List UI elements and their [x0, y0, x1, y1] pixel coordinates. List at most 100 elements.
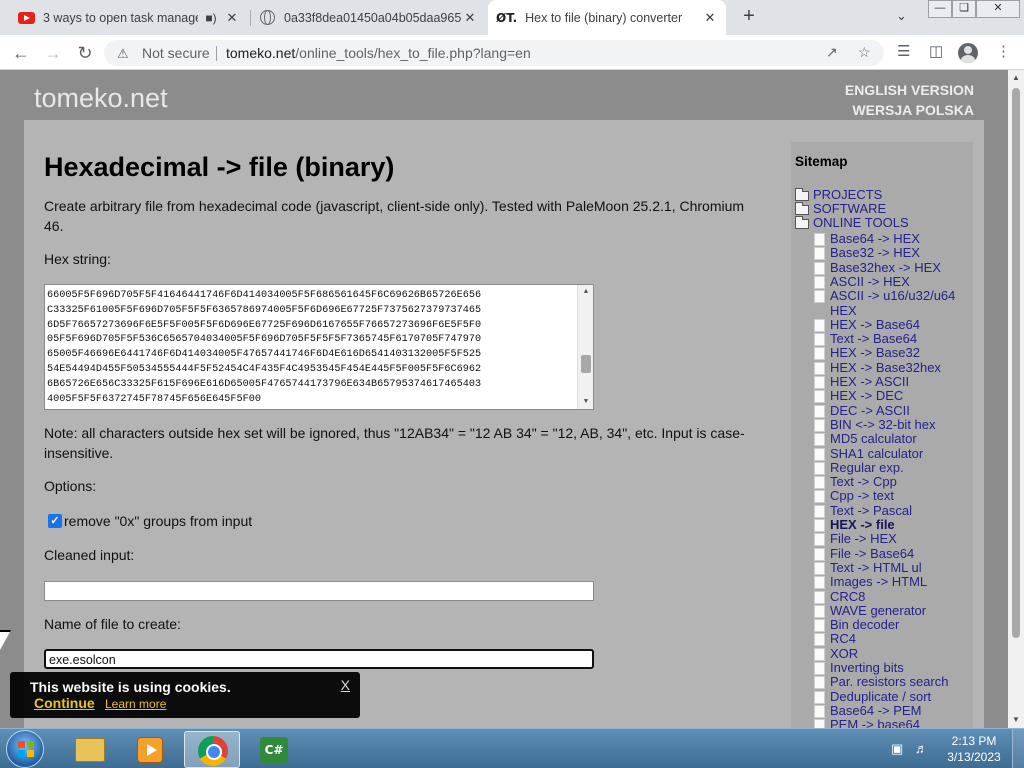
- sitemap-tool-link[interactable]: File -> Base64: [830, 546, 914, 561]
- scroll-down-icon[interactable]: ▼: [578, 395, 593, 409]
- sitemap-tool-link[interactable]: CRC8: [830, 589, 865, 604]
- sitemap-tool-link[interactable]: ASCII -> u16/u32/u64: [830, 288, 955, 303]
- scroll-up-icon[interactable]: ▲: [578, 285, 593, 299]
- cookie-close-button[interactable]: X: [341, 677, 350, 693]
- open-folder-icon: [795, 216, 809, 229]
- filename-field[interactable]: exe.esolcon: [44, 649, 594, 669]
- sitemap-tool-link[interactable]: Regular exp.: [830, 460, 904, 475]
- taskbar-csharp[interactable]: C#: [246, 731, 302, 768]
- sitemap-tool-link[interactable]: Text -> Cpp: [830, 474, 897, 489]
- remove-0x-label[interactable]: remove "0x" groups from input: [64, 512, 252, 532]
- network-icon[interactable]: ▣: [891, 741, 903, 757]
- profile-avatar-icon[interactable]: [958, 43, 978, 63]
- sitemap-tool-link[interactable]: Base64 -> PEM: [830, 703, 921, 718]
- tab-hex-converter[interactable]: ØT. Hex to file (binary) converter ✕: [488, 0, 726, 35]
- maximize-button[interactable]: ❏: [952, 0, 976, 18]
- sitemap-tool-link[interactable]: PEM -> base64: [830, 717, 920, 728]
- url-text[interactable]: tomeko.net/online_tools/hex_to_file.php?…: [226, 45, 531, 61]
- sitemap-tool-link[interactable]: WAVE generator: [830, 603, 926, 618]
- sitemap-tool-link[interactable]: Images -> HTML: [830, 574, 927, 589]
- cleaned-input-field[interactable]: [44, 581, 594, 601]
- reload-icon[interactable]: ↻: [74, 42, 96, 64]
- warning-icon[interactable]: ⚠: [117, 46, 129, 62]
- page-icon: [814, 519, 825, 532]
- sitemap-tool-link[interactable]: HEX -> file: [830, 517, 895, 532]
- new-tab-button[interactable]: +: [738, 6, 760, 28]
- close-icon[interactable]: ✕: [462, 10, 478, 26]
- sitemap-tool-link[interactable]: Base32 -> HEX: [830, 246, 920, 260]
- page-icon: [814, 647, 825, 661]
- sitemap-tool-link[interactable]: Cpp -> text: [830, 489, 894, 503]
- sitemap-tool-link[interactable]: BIN <-> 32-bit hex: [830, 417, 936, 432]
- polish-version-link[interactable]: WERSJA POLSKA: [852, 102, 974, 118]
- sitemap-tool-link[interactable]: Base32hex -> HEX: [830, 260, 941, 275]
- sitemap-tool-link[interactable]: Text -> Base64: [830, 331, 917, 346]
- sitemap-tool-link[interactable]: HEX -> ASCII: [830, 374, 909, 389]
- browser-toolbar: ← → ↻ ⚠ Not secure tomeko.net/online_too…: [0, 35, 1024, 70]
- sitemap-tool-link[interactable]: Deduplicate / sort: [830, 689, 931, 704]
- tab-youtube[interactable]: 3 ways to open task manage ■) ✕: [10, 0, 248, 35]
- sitemap-tool-link[interactable]: XOR: [830, 646, 858, 661]
- sitemap-tool-link[interactable]: SHA1 calculator: [830, 446, 923, 461]
- cookie-learn-more-link[interactable]: Learn more: [105, 697, 166, 711]
- sitemap-tool-link[interactable]: Inverting bits: [830, 660, 904, 675]
- sitemap-tool-link[interactable]: DEC -> ASCII: [830, 403, 910, 418]
- window-close-button[interactable]: ✕: [976, 0, 1020, 18]
- site-logo[interactable]: tomeko.net: [34, 83, 168, 114]
- sitemap-tool-link[interactable]: Base64 -> HEX: [830, 231, 920, 246]
- sitemap-tool-link[interactable]: HEX -> Base64: [830, 317, 920, 332]
- sitemap-title: Sitemap: [795, 154, 848, 169]
- sitemap-tool-link[interactable]: File -> HEX: [830, 532, 897, 546]
- sitemap-tool-link[interactable]: HEX -> DEC: [830, 389, 903, 403]
- cleaned-input-label: Cleaned input:: [44, 547, 135, 563]
- remove-0x-checkbox[interactable]: ✓: [48, 514, 62, 528]
- page-icon: [814, 418, 825, 432]
- media-control-icon[interactable]: ☰: [897, 42, 910, 60]
- sitemap-tool-link[interactable]: RC4: [830, 632, 856, 646]
- page-scrollbar[interactable]: ▲ ▼: [1008, 70, 1024, 728]
- sitemap-tool-link[interactable]: HEX -> Base32hex: [830, 360, 941, 375]
- taskbar-explorer[interactable]: [61, 731, 117, 768]
- file-explorer-icon: [75, 738, 105, 762]
- hex-line: 6D5F76657273696F6E5F5F005F5F6D696E67725F…: [47, 319, 482, 331]
- volume-icon[interactable]: ♬: [915, 741, 928, 756]
- security-label[interactable]: Not secure: [142, 45, 210, 61]
- taskbar-media-player[interactable]: [122, 731, 178, 768]
- star-icon[interactable]: ☆: [858, 44, 871, 61]
- kebab-menu-icon[interactable]: ⋮: [996, 42, 1011, 60]
- english-version-link[interactable]: ENGLISH VERSION: [845, 82, 974, 98]
- close-icon[interactable]: ✕: [702, 10, 718, 26]
- sitemap-tool-link[interactable]: Text -> HTML ul: [830, 560, 922, 575]
- sitemap-tool-link[interactable]: HEX: [830, 303, 857, 318]
- address-bar[interactable]: ⚠ Not secure tomeko.net/online_tools/hex…: [104, 40, 884, 66]
- share-icon[interactable]: ↗: [826, 44, 838, 61]
- tab-hash[interactable]: 0a33f8dea01450a04b05daa9656 ✕: [252, 0, 486, 35]
- sitemap-tool-link[interactable]: ASCII -> HEX: [830, 274, 910, 289]
- minimize-button[interactable]: —: [928, 0, 952, 18]
- forward-arrow-icon[interactable]: →: [42, 42, 64, 64]
- hex-textarea[interactable]: 66005F5F696D705F5F41646441746F6D41403400…: [44, 284, 594, 410]
- back-arrow-icon[interactable]: ←: [10, 42, 32, 64]
- sitemap-tool-link[interactable]: MD5 calculator: [830, 431, 917, 446]
- system-clock[interactable]: 2:13 PM 3/13/2023: [942, 733, 1006, 765]
- sitemap-tool-link[interactable]: HEX -> Base32: [830, 346, 920, 360]
- side-panel-icon[interactable]: ◫: [929, 42, 943, 60]
- sitemap-item-online-tools[interactable]: ONLINE TOOLS: [813, 215, 909, 230]
- sitemap-tool-link[interactable]: Bin decoder: [830, 617, 899, 632]
- scrollbar-thumb[interactable]: [1012, 88, 1020, 638]
- scrollbar-thumb[interactable]: [581, 355, 591, 373]
- hex-line: 6B65726E656C33325F615F696E616D65005F4765…: [47, 378, 482, 390]
- close-icon[interactable]: ✕: [224, 10, 240, 26]
- sitemap-tool-link[interactable]: Par. resistors search: [830, 675, 949, 689]
- taskbar-chrome[interactable]: [184, 731, 240, 768]
- scroll-up-icon[interactable]: ▲: [1008, 70, 1024, 86]
- cookie-continue-link[interactable]: Continue: [34, 695, 95, 711]
- start-button[interactable]: [6, 730, 44, 768]
- speaker-icon[interactable]: ■): [204, 11, 218, 25]
- sitemap-tool-link[interactable]: Text -> Pascal: [830, 503, 912, 518]
- clock-time: 2:13 PM: [951, 734, 997, 748]
- textarea-scrollbar[interactable]: ▲ ▼: [577, 285, 593, 409]
- show-desktop-button[interactable]: [1012, 729, 1024, 768]
- chevron-down-icon[interactable]: ⌄: [896, 8, 907, 24]
- scroll-down-icon[interactable]: ▼: [1008, 712, 1024, 728]
